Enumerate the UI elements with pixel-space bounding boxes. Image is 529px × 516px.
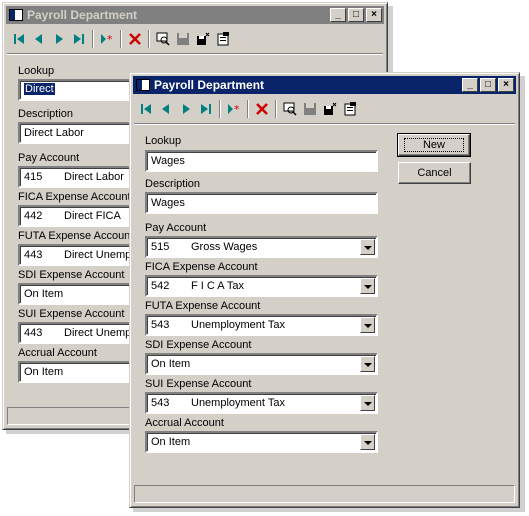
front-window[interactable]: Payroll Department _ □ × * Lookup Wages … [129, 72, 520, 508]
pay-account-label: Pay Account [18, 152, 80, 164]
futa-combo[interactable]: 543 Unemployment Tax [145, 314, 378, 336]
next-record-icon[interactable] [176, 99, 196, 119]
pay-account-combo[interactable]: 515 Gross Wages [145, 236, 378, 258]
next-record-icon[interactable] [49, 29, 69, 49]
sdi-label: SDI Expense Account [145, 339, 252, 351]
delete-record-icon[interactable] [252, 99, 272, 119]
fica-combo[interactable]: 542 F I C A Tax [145, 275, 378, 297]
accrual-label: Accrual Account [18, 347, 97, 359]
first-record-icon[interactable] [9, 29, 29, 49]
futa-label: FUTA Expense Account [18, 230, 134, 242]
sui-label: SUI Expense Account [145, 378, 252, 390]
last-record-icon[interactable] [196, 99, 216, 119]
sui-combo[interactable]: 543 Unemployment Tax [145, 392, 378, 414]
fica-label: FICA Expense Account [18, 191, 131, 203]
save-icon[interactable] [173, 29, 193, 49]
description-label: Description [18, 108, 74, 120]
lookup-field[interactable]: Wages [145, 150, 378, 172]
accrual-combo[interactable]: On Item [145, 431, 378, 453]
toolbar-separator [120, 30, 122, 48]
previous-record-icon[interactable] [29, 29, 49, 49]
dropdown-arrow-icon[interactable] [360, 317, 375, 333]
dropdown-arrow-icon[interactable] [360, 356, 375, 372]
close-button[interactable]: × [498, 78, 514, 92]
pay-account-label: Pay Account [145, 222, 207, 234]
new-record-icon[interactable]: * [224, 99, 244, 119]
new-button[interactable]: New [397, 133, 471, 157]
back-toolbar: * [9, 27, 381, 51]
find-icon[interactable] [280, 99, 300, 119]
back-window-titlebar[interactable]: Payroll Department _ □ × [6, 6, 384, 24]
lookup-label: Lookup [145, 135, 182, 147]
toolbar-separator [247, 100, 249, 118]
svg-text:*: * [107, 33, 113, 46]
new-record-icon[interactable]: * [97, 29, 117, 49]
app-icon [9, 9, 23, 21]
last-record-icon[interactable] [69, 29, 89, 49]
toolbar-separator [148, 30, 150, 48]
dropdown-arrow-icon[interactable] [360, 239, 375, 255]
toolbar-separator [92, 30, 94, 48]
front-toolbar: * [136, 97, 513, 121]
front-window-titlebar[interactable]: Payroll Department _ □ × [133, 76, 516, 94]
dropdown-arrow-icon[interactable] [360, 278, 375, 294]
previous-record-icon[interactable] [156, 99, 176, 119]
maximize-button[interactable]: □ [480, 78, 496, 92]
toolbar-divider [134, 123, 515, 125]
accrual-label: Accrual Account [145, 417, 224, 429]
sdi-label: SDI Expense Account [18, 269, 125, 281]
maximize-button[interactable]: □ [348, 8, 364, 22]
save-close-icon[interactable] [320, 99, 340, 119]
minimize-button[interactable]: _ [462, 78, 478, 92]
properties-icon[interactable] [340, 99, 360, 119]
svg-text:*: * [234, 103, 240, 116]
toolbar-divider [7, 53, 383, 55]
minimize-button[interactable]: _ [330, 8, 346, 22]
back-window-title: Payroll Department [27, 8, 138, 22]
save-close-icon[interactable] [193, 29, 213, 49]
sdi-combo[interactable]: On Item [145, 353, 378, 375]
close-button[interactable]: × [366, 8, 382, 22]
sui-label: SUI Expense Account [18, 308, 125, 320]
fica-label: FICA Expense Account [145, 261, 258, 273]
save-icon[interactable] [300, 99, 320, 119]
toolbar-separator [275, 100, 277, 118]
dropdown-arrow-icon[interactable] [360, 395, 375, 411]
description-label: Description [145, 178, 201, 190]
find-icon[interactable] [153, 29, 173, 49]
description-field[interactable]: Wages [145, 192, 378, 214]
dropdown-arrow-icon[interactable] [360, 434, 375, 450]
front-window-title: Payroll Department [154, 78, 265, 92]
properties-icon[interactable] [213, 29, 233, 49]
lookup-label: Lookup [18, 65, 55, 77]
delete-record-icon[interactable] [125, 29, 145, 49]
futa-label: FUTA Expense Account [145, 300, 261, 312]
front-statusbar [134, 485, 515, 503]
app-icon [136, 79, 150, 91]
cancel-button[interactable]: Cancel [398, 162, 471, 184]
first-record-icon[interactable] [136, 99, 156, 119]
toolbar-separator [219, 100, 221, 118]
